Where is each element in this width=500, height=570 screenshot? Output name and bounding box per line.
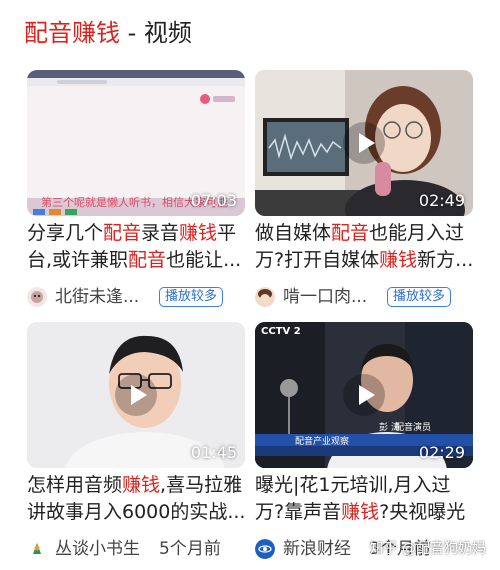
publish-date: 5个月前 (159, 539, 221, 559)
title-keyword: 配音 (128, 249, 167, 271)
video-duration: 01:45 (190, 443, 237, 462)
thumbnail-channel-logo: CCTV 2 (261, 326, 301, 337)
play-icon[interactable] (342, 373, 386, 417)
video-duration: 02:29 (418, 443, 465, 462)
popular-badge: 播放较多 (159, 287, 224, 307)
video-meta: 北街未逢... 播放较多 (27, 284, 249, 310)
video-meta: 啃一口肉... 播放较多 (255, 284, 477, 310)
title-text: ?央视曝光 (379, 501, 466, 523)
video-thumbnail[interactable]: 02:49 (255, 70, 473, 216)
video-card[interactable]: 第三个呢就是懒人听书，相信大家可能 07:03 分享几个配音录音赚钱平台,或许兼… (27, 70, 245, 310)
title-keyword: 赚钱 (179, 222, 218, 244)
author-name[interactable]: 丛谈小书生 (55, 536, 140, 562)
video-card[interactable]: CCTV 2 彭 涛 配音演员 配音产业观察 02:29 曝光|花1元培训,月入… (255, 322, 473, 562)
zhihu-watermark: 知乎 @配音狗奶妈 (369, 541, 486, 557)
video-title[interactable]: 做自媒体配音也能月入过万?打开自媒体赚钱新方... (255, 220, 477, 274)
title-keyword: 赚钱 (379, 249, 418, 271)
video-card[interactable]: 01:45 怎样用音频赚钱,喜马拉雅讲故事月入6000的实战... 丛谈小书生 … (27, 322, 245, 562)
play-icon[interactable] (342, 121, 386, 165)
video-card[interactable]: 02:49 做自媒体配音也能月入过万?打开自媒体赚钱新方... 啃一口肉... … (255, 70, 473, 310)
title-text: 做自媒体 (255, 222, 332, 244)
video-duration: 07:03 (190, 191, 237, 210)
video-meta: 丛谈小书生 5个月前 (27, 536, 249, 562)
video-duration: 02:49 (418, 191, 465, 210)
video-title[interactable]: 曝光|花1元培训,月入过万?靠声音赚钱?央视曝光配... (255, 472, 477, 526)
author-name[interactable]: 新浪财经 (283, 536, 351, 562)
video-title[interactable]: 分享几个配音录音赚钱平台,或许兼职配音也能让... (27, 220, 249, 274)
author-avatar[interactable] (255, 539, 275, 559)
author-avatar[interactable] (27, 539, 47, 559)
title-text: 也能让... (166, 249, 242, 271)
title-keyword: 配音 (103, 222, 142, 244)
popular-badge: 播放较多 (387, 287, 452, 307)
video-title[interactable]: 怎样用音频赚钱,喜马拉雅讲故事月入6000的实战... (27, 472, 249, 526)
title-keyword: 配音 (331, 222, 370, 244)
title-text: 怎样用音频 (27, 474, 123, 496)
thumbnail-role: 配音演员 (395, 423, 432, 433)
section-title-suffix: - 视频 (120, 19, 192, 47)
title-text: 分享几个 (27, 222, 104, 244)
video-thumbnail[interactable]: 01:45 (27, 322, 245, 468)
section-title: 配音赚钱 - 视频 (24, 16, 192, 50)
author-name[interactable]: 北街未逢... (55, 284, 139, 310)
thumbnail-ticker: 配音产业观察 (295, 437, 350, 447)
video-thumbnail[interactable]: CCTV 2 彭 涛 配音演员 配音产业观察 02:29 (255, 322, 473, 468)
section-title-keyword: 配音赚钱 (24, 19, 120, 47)
title-keyword: 赚钱 (122, 474, 161, 496)
author-name[interactable]: 啃一口肉... (283, 284, 367, 310)
video-thumbnail[interactable]: 第三个呢就是懒人听书，相信大家可能 07:03 (27, 70, 245, 216)
author-avatar[interactable] (27, 287, 47, 307)
title-keyword: 赚钱 (341, 501, 380, 523)
title-text: 新方... (417, 249, 474, 271)
play-icon[interactable] (114, 373, 158, 417)
author-avatar[interactable] (255, 287, 275, 307)
title-text: 录音 (141, 222, 180, 244)
